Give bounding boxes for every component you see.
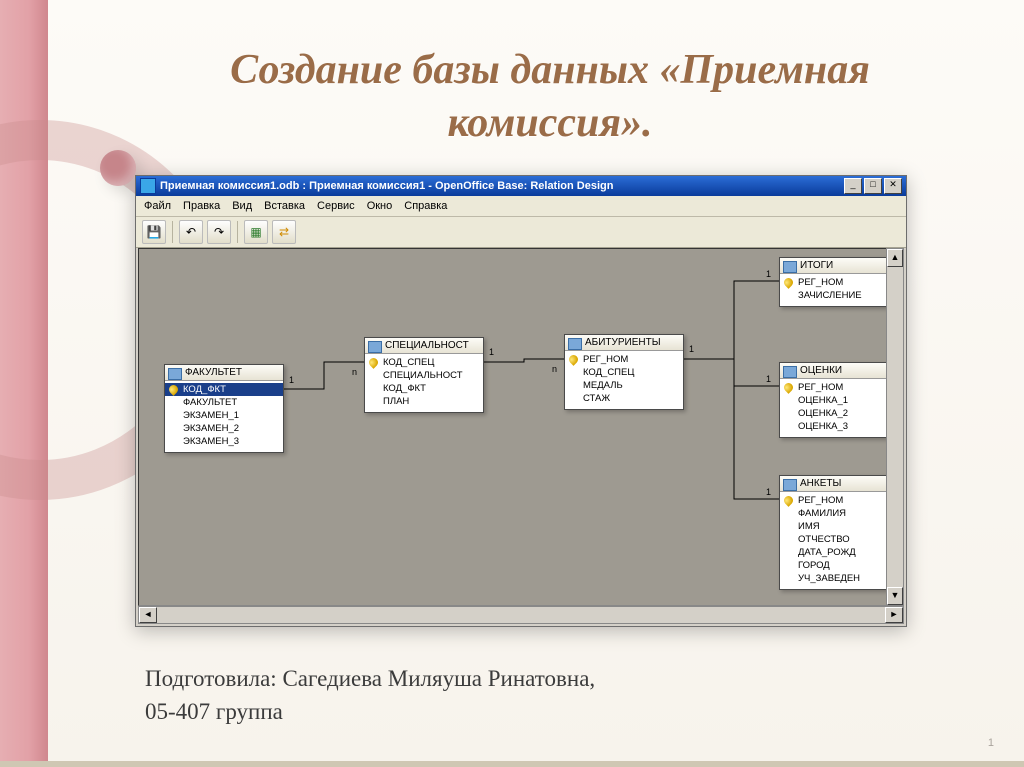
table-header[interactable]: СПЕЦИАЛЬНОСТ xyxy=(365,338,483,354)
toolbar-separator xyxy=(172,221,173,243)
window-title: Приемная комиссия1.odb : Приемная комисс… xyxy=(160,180,844,192)
window-minimize-button[interactable]: _ xyxy=(844,178,862,194)
page-number: 1 xyxy=(988,737,994,749)
toolbar: 💾 ↶ ↷ ▦ ⇄ xyxy=(136,217,906,248)
add-table-icon: ▦ xyxy=(250,225,261,239)
table-fakultet[interactable]: ФАКУЛЬТЕТ КОД_ФКТ ФАКУЛЬТЕТ ЭКЗАМЕН_1 ЭК… xyxy=(164,364,284,453)
redo-icon: ↷ xyxy=(214,225,224,239)
table-abitur[interactable]: АБИТУРИЕНТЫ РЕГ_НОМ КОД_СПЕЦ МЕДАЛЬ СТАЖ xyxy=(564,334,684,410)
table-header[interactable]: АНКЕТЫ xyxy=(780,476,898,492)
table-body: КОД_ФКТ ФАКУЛЬТЕТ ЭКЗАМЕН_1 ЭКЗАМЕН_2 ЭК… xyxy=(165,381,283,452)
table-header[interactable]: ИТОГИ xyxy=(780,258,898,274)
menu-edit[interactable]: Правка xyxy=(183,200,220,212)
field-row[interactable]: ФАМИЛИЯ xyxy=(780,507,898,520)
field-row[interactable]: КОД_ФКТ xyxy=(165,383,283,396)
menu-file[interactable]: Файл xyxy=(144,200,171,212)
table-body: КОД_СПЕЦ СПЕЦИАЛЬНОСТ КОД_ФКТ ПЛАН xyxy=(365,354,483,412)
table-header[interactable]: ФАКУЛЬТЕТ xyxy=(165,365,283,381)
field-row[interactable]: ПЛАН xyxy=(365,395,483,408)
menu-view[interactable]: Вид xyxy=(232,200,252,212)
field-row[interactable]: ЭКЗАМЕН_1 xyxy=(165,409,283,422)
field-row[interactable]: ОЦЕНКА_3 xyxy=(780,420,898,433)
field-row[interactable]: КОД_СПЕЦ xyxy=(365,356,483,369)
field-row[interactable]: СПЕЦИАЛЬНОСТ xyxy=(365,369,483,382)
cardinality-label: 1 xyxy=(289,375,294,385)
menu-help[interactable]: Справка xyxy=(404,200,447,212)
add-table-button[interactable]: ▦ xyxy=(244,220,268,244)
undo-button[interactable]: ↶ xyxy=(179,220,203,244)
table-body: РЕГ_НОМ ФАМИЛИЯ ИМЯ ОТЧЕСТВО ДАТА_РОЖД Г… xyxy=(780,492,898,589)
scroll-up-icon[interactable]: ▲ xyxy=(887,249,903,267)
decorative-dot xyxy=(100,150,136,186)
new-relation-button[interactable]: ⇄ xyxy=(272,220,296,244)
undo-icon: ↶ xyxy=(186,225,196,239)
field-row[interactable]: УЧ_ЗАВЕДЕН xyxy=(780,572,898,585)
field-row[interactable]: ЭКЗАМЕН_2 xyxy=(165,422,283,435)
table-ocenki[interactable]: ОЦЕНКИ РЕГ_НОМ ОЦЕНКА_1 ОЦЕНКА_2 ОЦЕНКА_… xyxy=(779,362,899,438)
new-relation-icon: ⇄ xyxy=(279,225,289,239)
menu-tools[interactable]: Сервис xyxy=(317,200,355,212)
table-ankety[interactable]: АНКЕТЫ РЕГ_НОМ ФАМИЛИЯ ИМЯ ОТЧЕСТВО ДАТА… xyxy=(779,475,899,590)
app-window: Приемная комиссия1.odb : Приемная комисс… xyxy=(135,175,907,627)
table-itogi[interactable]: ИТОГИ РЕГ_НОМ ЗАЧИСЛЕНИЕ xyxy=(779,257,899,307)
menubar: Файл Правка Вид Вставка Сервис Окно Спра… xyxy=(136,196,906,217)
field-row[interactable]: ЗАЧИСЛЕНИЕ xyxy=(780,289,898,302)
table-body: РЕГ_НОМ ЗАЧИСЛЕНИЕ xyxy=(780,274,898,306)
window-close-button[interactable]: ✕ xyxy=(884,178,902,194)
field-row[interactable]: ОЦЕНКА_2 xyxy=(780,407,898,420)
field-row[interactable]: РЕГ_НОМ xyxy=(780,276,898,289)
app-icon xyxy=(140,178,156,194)
vertical-scrollbar[interactable]: ▲ ▼ xyxy=(886,248,904,606)
slide: Создание базы данных «Приемная комиссия»… xyxy=(0,0,1024,767)
field-row[interactable]: РЕГ_НОМ xyxy=(780,494,898,507)
field-row[interactable]: ДАТА_РОЖД xyxy=(780,546,898,559)
cardinality-label: 1 xyxy=(766,487,771,497)
cardinality-label: n xyxy=(552,364,557,374)
table-header[interactable]: АБИТУРИЕНТЫ xyxy=(565,335,683,351)
scroll-right-icon[interactable]: ► xyxy=(885,607,903,623)
field-row[interactable]: ФАКУЛЬТЕТ xyxy=(165,396,283,409)
field-row[interactable]: РЕГ_НОМ xyxy=(565,353,683,366)
field-row[interactable]: СТАЖ xyxy=(565,392,683,405)
window-maximize-button[interactable]: □ xyxy=(864,178,882,194)
table-spec[interactable]: СПЕЦИАЛЬНОСТ КОД_СПЕЦ СПЕЦИАЛЬНОСТ КОД_Ф… xyxy=(364,337,484,413)
menu-insert[interactable]: Вставка xyxy=(264,200,305,212)
scroll-down-icon[interactable]: ▼ xyxy=(887,587,903,605)
window-titlebar[interactable]: Приемная комиссия1.odb : Приемная комисс… xyxy=(136,176,906,196)
redo-button[interactable]: ↷ xyxy=(207,220,231,244)
save-icon: 💾 xyxy=(147,225,162,239)
table-body: РЕГ_НОМ КОД_СПЕЦ МЕДАЛЬ СТАЖ xyxy=(565,351,683,409)
window-controls: _ □ ✕ xyxy=(844,178,902,194)
field-row[interactable]: РЕГ_НОМ xyxy=(780,381,898,394)
slide-title: Создание базы данных «Приемная комиссия»… xyxy=(170,44,930,149)
field-row[interactable]: МЕДАЛЬ xyxy=(565,379,683,392)
scroll-left-icon[interactable]: ◄ xyxy=(139,607,157,623)
field-row[interactable]: ИМЯ xyxy=(780,520,898,533)
table-body: РЕГ_НОМ ОЦЕНКА_1 ОЦЕНКА_2 ОЦЕНКА_3 xyxy=(780,379,898,437)
relation-canvas[interactable]: 1 n 1 n 1 1 1 1 ФАКУЛЬТЕТ КОД_ФКТ ФАКУЛЬ… xyxy=(138,248,904,606)
field-row[interactable]: КОД_СПЕЦ xyxy=(565,366,683,379)
cardinality-label: 1 xyxy=(766,269,771,279)
toolbar-separator xyxy=(237,221,238,243)
cardinality-label: 1 xyxy=(489,347,494,357)
cardinality-label: 1 xyxy=(766,374,771,384)
table-header[interactable]: ОЦЕНКИ xyxy=(780,363,898,379)
save-button[interactable]: 💾 xyxy=(142,220,166,244)
author-line-1: Подготовила: Сагедиева Миляуша Ринатовна… xyxy=(145,662,595,695)
author-line-2: 05-407 группа xyxy=(145,695,595,728)
field-row[interactable]: ОЦЕНКА_1 xyxy=(780,394,898,407)
field-row[interactable]: ГОРОД xyxy=(780,559,898,572)
cardinality-label: 1 xyxy=(689,344,694,354)
menu-window[interactable]: Окно xyxy=(367,200,393,212)
author-block: Подготовила: Сагедиева Миляуша Ринатовна… xyxy=(145,662,595,729)
field-row[interactable]: КОД_ФКТ xyxy=(365,382,483,395)
horizontal-scrollbar[interactable]: ◄ ► xyxy=(138,606,904,624)
cardinality-label: n xyxy=(352,367,357,377)
field-row[interactable]: ОТЧЕСТВО xyxy=(780,533,898,546)
field-row[interactable]: ЭКЗАМЕН_3 xyxy=(165,435,283,448)
